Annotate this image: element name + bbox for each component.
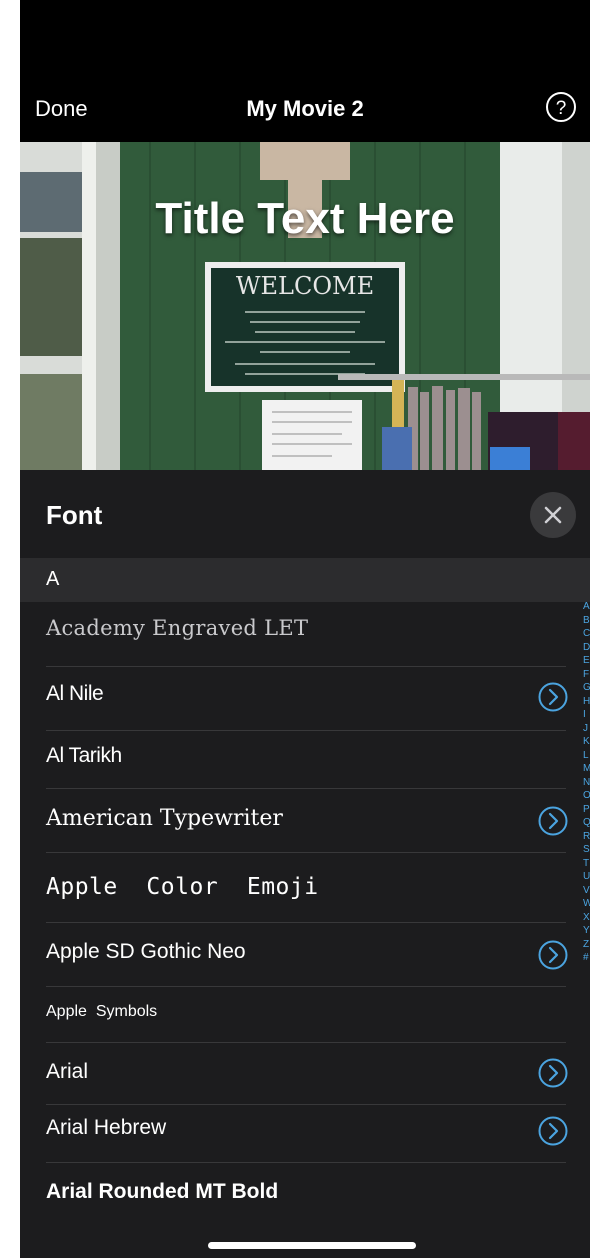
close-icon <box>544 506 562 524</box>
font-name: Arial <box>46 1060 89 1083</box>
index-letter[interactable]: N <box>583 776 590 790</box>
chevron-right-circle-icon <box>538 1058 568 1088</box>
index-letter[interactable]: K <box>583 735 590 749</box>
font-name: Apple Symbols <box>46 1003 158 1020</box>
index-letter[interactable]: C <box>583 627 590 641</box>
index-letter[interactable]: I <box>583 708 590 722</box>
font-variants-button[interactable] <box>538 682 568 712</box>
svg-text:WELCOME: WELCOME <box>236 272 374 300</box>
index-letter[interactable]: R <box>583 830 590 844</box>
font-row-american-typewriter[interactable]: American Typewriter <box>46 788 568 853</box>
font-variants-button[interactable] <box>538 1058 568 1088</box>
font-row-arial[interactable]: Arial <box>46 1042 568 1105</box>
font-name: Arial Rounded MT Bold <box>46 1180 279 1203</box>
page-title: My Movie 2 <box>246 96 364 121</box>
font-row-apple-sd-gothic-neo[interactable]: Apple SD Gothic Neo <box>46 922 568 987</box>
index-letter[interactable]: D <box>583 641 590 655</box>
preview-title-text: Title Text Here <box>155 194 455 243</box>
index-letter[interactable]: X <box>583 911 590 925</box>
chevron-right-circle-icon <box>538 682 568 712</box>
font-row-al-nile[interactable]: Al Nile <box>46 666 568 731</box>
font-name: Apple Color Emoji <box>46 874 319 900</box>
index-letter[interactable]: F <box>583 668 590 682</box>
index-letter[interactable]: V <box>583 884 590 898</box>
help-button[interactable]: ? <box>546 92 576 122</box>
index-letter[interactable]: # <box>583 951 590 965</box>
done-button[interactable]: Done <box>35 96 88 122</box>
font-row-apple-color-emoji[interactable]: Apple Color Emoji <box>46 852 566 923</box>
font-row-arial-hebrew[interactable]: Arial Hebrew <box>46 1104 568 1163</box>
chevron-right-circle-icon <box>538 806 568 836</box>
panel-title: Font <box>46 500 103 530</box>
index-letter[interactable]: M <box>583 762 590 776</box>
help-icon: ? <box>555 98 567 119</box>
font-name: American Typewriter <box>46 806 283 831</box>
close-button[interactable] <box>530 492 576 538</box>
section-letter: A <box>46 568 60 590</box>
index-letter[interactable]: A <box>583 600 590 614</box>
font-row-arial-rounded-mt-bold[interactable]: Arial Rounded MT Bold <box>46 1162 566 1222</box>
font-row-academy-engraved-let[interactable]: Academy Engraved LET <box>46 602 566 667</box>
index-letter[interactable]: J <box>583 722 590 736</box>
index-letter[interactable]: P <box>583 803 590 817</box>
index-letter[interactable]: E <box>583 654 590 668</box>
video-preview[interactable]: WELCOME Title Text Here <box>20 142 590 470</box>
app-screen: Done My Movie 2 ? WELCOME Title Text Her… <box>20 0 590 1258</box>
font-name: Arial Hebrew <box>46 1116 167 1139</box>
font-name: Apple SD Gothic Neo <box>46 940 246 963</box>
index-letter[interactable]: O <box>583 789 590 803</box>
font-row-apple-symbols[interactable]: Apple Symbols <box>46 986 566 1043</box>
index-letter[interactable]: T <box>583 857 590 871</box>
index-letter[interactable]: H <box>583 695 590 709</box>
font-name: Al Nile <box>46 682 104 705</box>
index-letter[interactable]: L <box>583 749 590 763</box>
chevron-right-circle-icon <box>538 940 568 970</box>
index-letter[interactable]: U <box>583 870 590 884</box>
font-picker-panel: Font A Academy Engraved LET Al Nile Al T… <box>20 470 590 1258</box>
section-header: A <box>20 558 590 602</box>
font-variants-button[interactable] <box>538 940 568 970</box>
index-letter[interactable]: B <box>583 614 590 628</box>
chevron-right-circle-icon <box>538 1116 568 1146</box>
navigation-bar: Done My Movie 2 ? <box>20 0 590 142</box>
index-letter[interactable]: W <box>583 897 590 911</box>
home-indicator <box>208 1242 416 1249</box>
index-letter[interactable]: Q <box>583 816 590 830</box>
font-name: Academy Engraved LET <box>46 616 309 640</box>
section-index-bar[interactable]: A B C D E F G H I J K L M N O P Q R S T … <box>583 600 590 965</box>
font-variants-button[interactable] <box>538 806 568 836</box>
preview-scene-image: WELCOME <box>20 142 590 470</box>
font-variants-button[interactable] <box>538 1116 568 1146</box>
font-name: Al Tarikh <box>46 744 122 767</box>
font-row-al-tarikh[interactable]: Al Tarikh <box>46 730 566 789</box>
index-letter[interactable]: Z <box>583 938 590 952</box>
index-letter[interactable]: Y <box>583 924 590 938</box>
index-letter[interactable]: S <box>583 843 590 857</box>
index-letter[interactable]: G <box>583 681 590 695</box>
